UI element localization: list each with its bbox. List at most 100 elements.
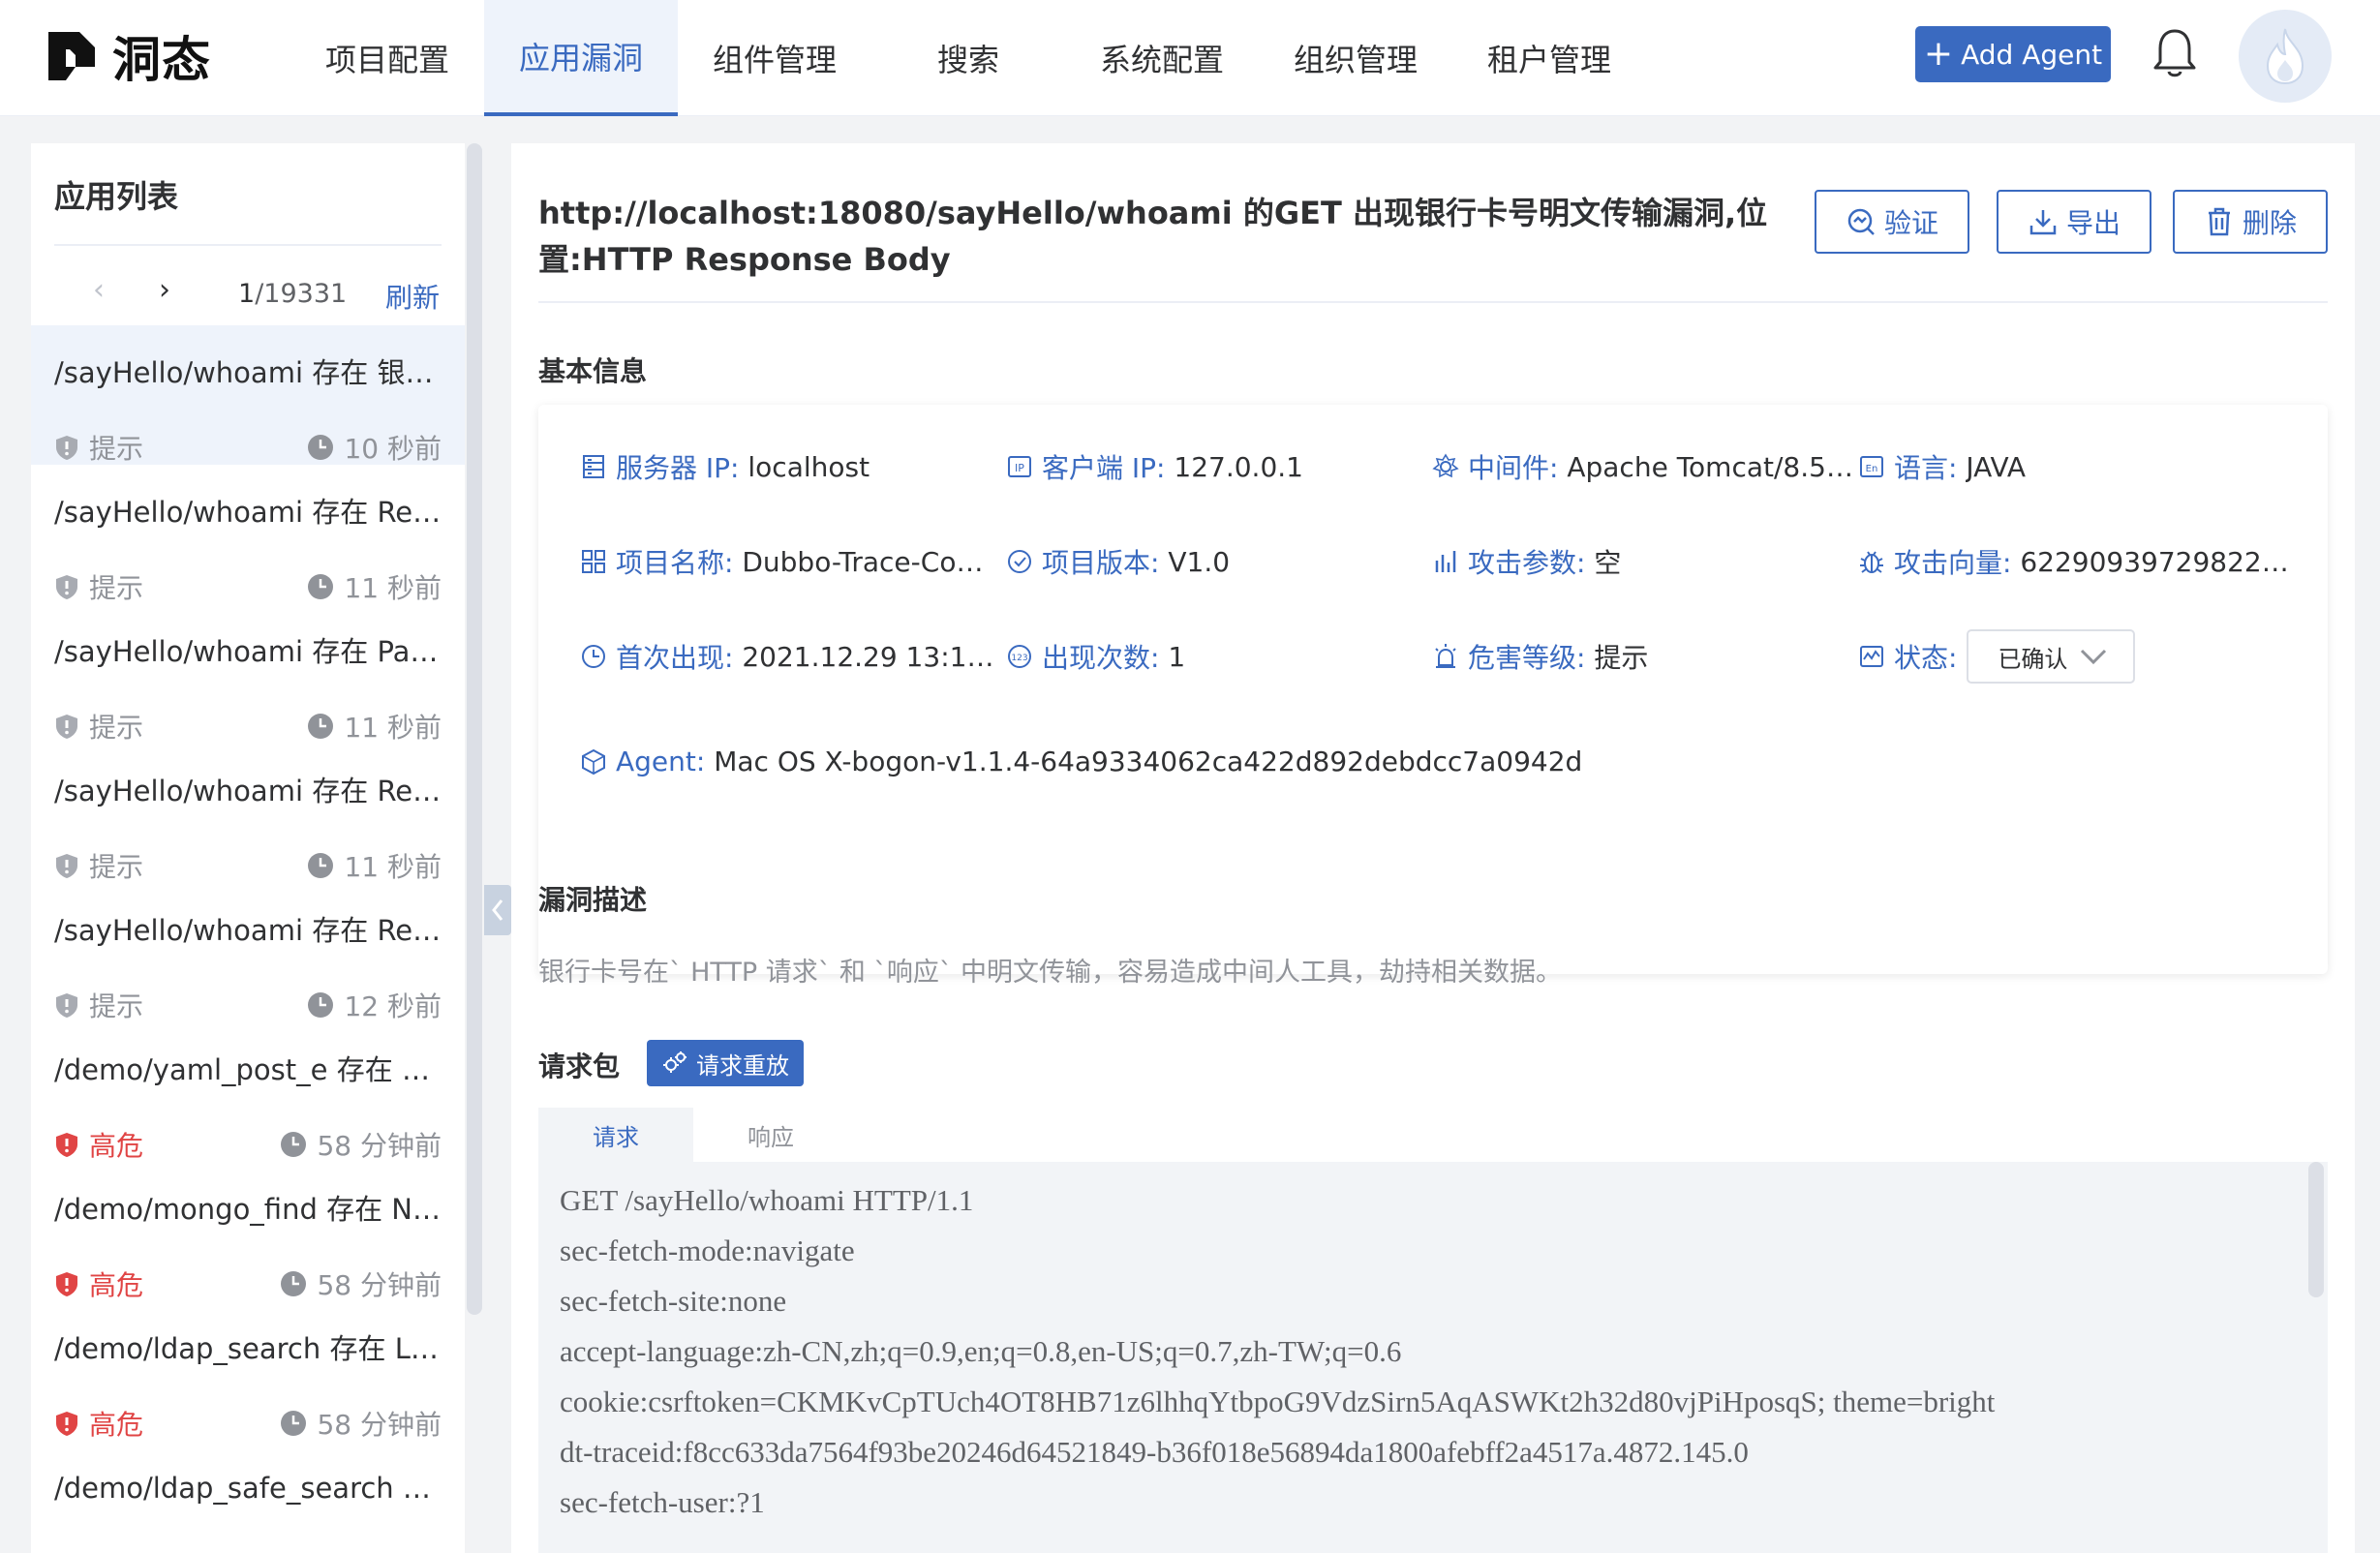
- logo[interactable]: 洞态: [45, 25, 211, 88]
- replay-request-button[interactable]: 请求重放: [647, 1040, 804, 1086]
- tab-response[interactable]: 响应: [693, 1108, 848, 1162]
- severity-text: 提示: [89, 572, 144, 604]
- nav-project-config[interactable]: 项目配置: [290, 0, 484, 116]
- bell-icon[interactable]: [2150, 25, 2200, 81]
- list-item-title: /sayHello/whoami 存在 银行...: [54, 356, 445, 389]
- flame-avatar-icon: [2266, 28, 2304, 85]
- trash-icon: [2208, 207, 2230, 236]
- desc-heading: 漏洞描述: [538, 884, 648, 916]
- list-item[interactable]: /demo/mongo_find 存在 No... 高危 58 分钟前: [31, 1162, 465, 1301]
- add-agent-button[interactable]: + Add Agent: [1915, 26, 2111, 82]
- server-ip-value: localhost: [748, 450, 870, 483]
- project-name-value: Dubbo-Trace-Con...: [742, 545, 997, 578]
- count-label: 出现次数:: [1042, 642, 1160, 674]
- vuln-description: 银行卡号在` HTTP 请求` 和 `响应` 中明文传输，容易造成中间人工具，劫…: [538, 958, 1563, 988]
- delete-label: 删除: [2242, 207, 2297, 239]
- status-select[interactable]: 已确认: [1967, 629, 2136, 684]
- collapse-sidebar-button[interactable]: [484, 885, 511, 935]
- attack-param-label: 攻击参数:: [1468, 547, 1586, 579]
- grid-icon: [582, 550, 605, 573]
- list-item[interactable]: /sayHello/whoami 存在 Res... 提示 12 秒前: [31, 883, 465, 1022]
- chevron-right-icon[interactable]: ›: [159, 273, 170, 307]
- cube-icon: [582, 748, 605, 775]
- page-count: 1/19331: [238, 279, 347, 309]
- list-item-title: /demo/ldap_safe_search 存...: [54, 1472, 445, 1505]
- info-first-seen: 首次出现: 2021.12.29 13:18:13: [579, 637, 995, 676]
- info-severity: 危害等级: 提示: [1431, 637, 1847, 676]
- time-text: 11 秒前: [344, 572, 442, 604]
- divider: [538, 301, 2328, 303]
- basic-info-heading: 基本信息: [538, 355, 648, 387]
- info-count: 123 出现次数: 1: [1005, 637, 1421, 676]
- page-total: /19331: [255, 279, 348, 309]
- agent-value: Mac OS X-bogon-v1.1.4-64a9334062ca422d89…: [714, 746, 1583, 777]
- chevron-left-icon: [492, 899, 503, 921]
- shield-icon: [56, 993, 77, 1018]
- chevron-left-icon[interactable]: ‹: [93, 273, 105, 307]
- nav-component-mgmt[interactable]: 组件管理: [678, 0, 871, 116]
- chevron-down-icon: [2081, 649, 2107, 665]
- request-line: accept-language:zh-CN,zh;q=0.9,en;q=0.8,…: [560, 1334, 1402, 1368]
- shield-icon: [56, 715, 77, 739]
- delete-button[interactable]: 删除: [2173, 190, 2328, 254]
- list-item-title: /sayHello/whoami 存在 Res...: [54, 914, 445, 947]
- list-item-time: 12 秒前: [307, 986, 442, 1024]
- main-nav: 项目配置 应用漏洞 组件管理 搜索 系统配置 组织管理 租户管理: [290, 0, 1646, 116]
- avatar[interactable]: [2239, 10, 2332, 103]
- clock-icon: [308, 435, 334, 460]
- nav-tenant-mgmt[interactable]: 租户管理: [1452, 0, 1646, 116]
- logo-icon: [48, 32, 95, 80]
- list-item[interactable]: /sayHello/whoami 存在 Res... 提示 11 秒前: [31, 744, 465, 883]
- verify-button[interactable]: 验证: [1815, 190, 1969, 254]
- list-item[interactable]: /sayHello/whoami 存在 Res... 提示 11 秒前: [31, 465, 465, 604]
- time-text: 11 秒前: [344, 851, 442, 883]
- project-version-value: V1.0: [1168, 545, 1231, 578]
- code-scrollbar[interactable]: [2308, 1162, 2324, 1297]
- info-language: En 语言: JAVA: [1857, 447, 2283, 486]
- severity-badge: 高危: [54, 1125, 143, 1164]
- gears-icon: [663, 1051, 687, 1073]
- severity-text: 高危: [89, 1409, 144, 1441]
- nav-app-vulns[interactable]: 应用漏洞: [484, 0, 678, 116]
- severity-badge: 提示: [54, 846, 143, 885]
- list-item-time: 11 秒前: [307, 846, 442, 885]
- request-heading: 请求包: [538, 1051, 621, 1082]
- time-text: 12 秒前: [344, 990, 442, 1022]
- server-ip-label: 服务器 IP:: [616, 452, 740, 484]
- export-button[interactable]: 导出: [1997, 190, 2151, 254]
- shield-icon: [56, 1133, 77, 1157]
- severity-text: 提示: [89, 851, 144, 883]
- shield-icon: [56, 854, 77, 878]
- activity-icon: [1860, 646, 1883, 667]
- attack-vector-label: 攻击向量:: [1894, 547, 2012, 579]
- request-packet-view[interactable]: GET /sayHello/whoami HTTP/1.1 sec-fetch-m…: [538, 1162, 2328, 1553]
- vuln-list-panel: 应用列表 ‹ › 1/19331 刷新 /sayHello/whoami 存在 …: [31, 143, 465, 1553]
- nav-system-config[interactable]: 系统配置: [1065, 0, 1259, 116]
- list-item[interactable]: /demo/yaml_post_e 存在 不... 高危 58 分钟前: [31, 1022, 465, 1162]
- tab-request[interactable]: 请求: [538, 1108, 693, 1162]
- project-name-label: 项目名称:: [616, 547, 734, 579]
- time-text: 10 秒前: [344, 433, 442, 465]
- shield-icon: [56, 436, 77, 460]
- vuln-list: /sayHello/whoami 存在 银行... 提示 10 秒前/sayHell…: [31, 325, 465, 1553]
- attack-vector-value: 622909397298221...: [2020, 545, 2293, 578]
- info-agent: Agent: Mac OS X-bogon-v1.1.4-64a9334062c…: [579, 746, 2303, 777]
- sidebar-scrollbar[interactable]: [467, 143, 482, 1315]
- list-item[interactable]: /demo/ldap_search 存在 LD... 高危 58 分钟前: [31, 1301, 465, 1441]
- clock-icon: [281, 1271, 307, 1296]
- list-item-time: 58 分钟前: [280, 1125, 442, 1164]
- list-item[interactable]: /sayHello/whoami 存在 Pag... 提示 11 秒前: [31, 604, 465, 744]
- export-label: 导出: [2065, 207, 2121, 239]
- list-item[interactable]: /sayHello/whoami 存在 银行... 提示 10 秒前: [31, 325, 465, 465]
- nav-org-mgmt[interactable]: 组织管理: [1259, 0, 1452, 116]
- clock-icon: [308, 714, 334, 739]
- nav-search[interactable]: 搜索: [871, 0, 1065, 116]
- refresh-button[interactable]: 刷新: [385, 277, 440, 316]
- list-item[interactable]: /demo/ldap_safe_search 存...: [31, 1441, 465, 1553]
- list-item-title: /demo/ldap_search 存在 LD...: [54, 1332, 445, 1365]
- time-text: 58 分钟前: [317, 1409, 442, 1441]
- list-item-time: 10 秒前: [307, 428, 442, 467]
- project-version-label: 项目版本:: [1042, 547, 1160, 579]
- request-line: cookie:csrftoken=CKMKvCpTUch4OT8HB71z6lh…: [560, 1385, 1996, 1418]
- vuln-title: http://localhost:18080/sayHello/whoami 的…: [538, 195, 1768, 278]
